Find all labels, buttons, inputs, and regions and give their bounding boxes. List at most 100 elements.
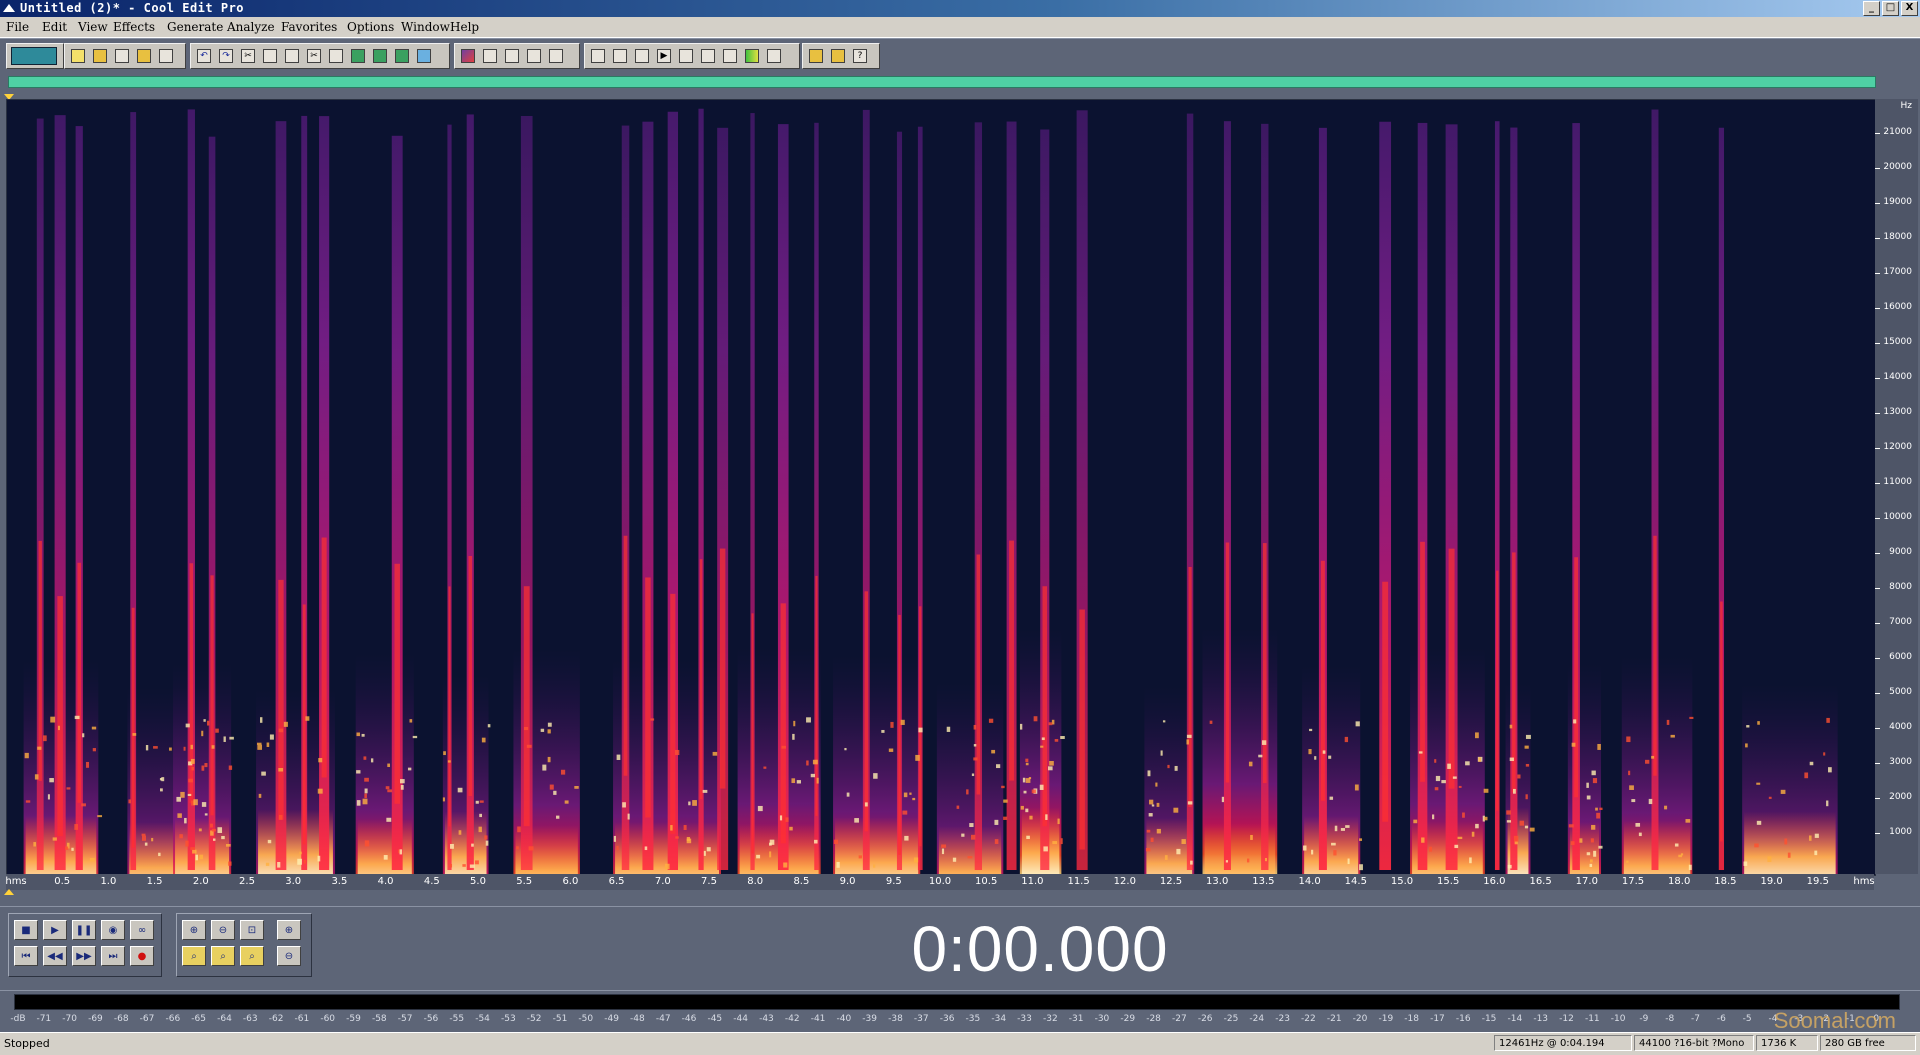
spectral-speckle [361,733,365,737]
level-tick-label: -59 [346,1014,361,1024]
spectral-speckle [1441,780,1446,784]
spectral-speckle [973,744,977,747]
spectral-speckle [1023,790,1027,794]
frequency-tick [1875,273,1880,274]
play-to-end-button[interactable]: ◉ [101,920,125,940]
go-to-start-button[interactable]: ⏮ [14,946,38,966]
spectral-speckle [1767,856,1772,863]
save-button[interactable] [111,45,133,67]
spectral-speckle [712,751,718,756]
menu-analyze[interactable]: Analyze [227,20,275,34]
go-to-end-button[interactable]: ⏭ [101,946,125,966]
spectral-speckle [873,864,876,868]
spectral-speckle [267,839,272,844]
mix-paste-button[interactable] [369,45,391,67]
spectral-streak-core [751,613,754,854]
snap-cue-button[interactable] [523,45,545,67]
zoom-to-left-button[interactable]: ⌕ [182,946,206,966]
redo-button[interactable]: ↷ [215,45,237,67]
spectral-speckle [449,843,454,849]
organizer-button[interactable] [587,45,609,67]
time-window-button[interactable] [719,45,741,67]
waveform-view-button[interactable] [457,45,479,67]
spectral-speckle [903,792,908,798]
zoom-in-horizontal-button[interactable]: ⊕ [182,920,206,940]
new-file-icon [71,49,85,63]
spectral-view[interactable] [6,99,1876,876]
copy-new-button[interactable] [259,45,281,67]
level-meter-button[interactable] [741,45,763,67]
repeat-button[interactable]: ✂ [237,45,259,67]
save-all-button[interactable] [133,45,155,67]
menu-edit[interactable]: Edit [42,20,67,34]
help-button[interactable]: ? [849,45,871,67]
status-bar-button[interactable] [763,45,785,67]
menu-window[interactable]: Window [401,20,450,34]
spectral-speckle [547,729,551,734]
spectral-speckle [299,851,302,855]
undo-button[interactable]: ↶ [193,45,215,67]
menu-generate[interactable]: Generate [167,20,223,34]
paste-button[interactable] [325,45,347,67]
minimize-button[interactable]: _ [1863,1,1880,16]
menu-options[interactable]: Options [347,20,394,34]
menu-favorites[interactable]: Favorites [281,20,337,34]
pause-button[interactable]: ❚❚ [72,920,96,940]
start-marker-bottom[interactable] [4,889,14,895]
spectral-speckle [915,754,920,761]
rewind-button[interactable]: ◀◀ [43,946,67,966]
zoom-out-full-button[interactable]: ⊡ [240,920,264,940]
menu-help[interactable]: Help [450,20,479,34]
zoom-out-horizontal-button[interactable]: ⊖ [211,920,235,940]
close-button[interactable]: X [1901,1,1918,16]
cue-list-button[interactable] [609,45,631,67]
spectral-speckle [900,719,905,725]
snap-zero-button[interactable] [545,45,567,67]
loop-icon: ∞ [137,924,147,936]
stop-button[interactable]: ■ [14,920,38,940]
zoom-selection-button[interactable]: ⌕ [240,946,264,966]
play-button[interactable]: ▶ [43,920,67,940]
loop-button[interactable]: ∞ [130,920,154,940]
overview-range-bar[interactable] [8,76,1876,88]
record-button[interactable]: ● [130,946,154,966]
maximize-button[interactable]: □ [1882,1,1899,16]
frequency-tick-label: 8000 [1889,582,1912,592]
level-tick-label: -65 [191,1014,207,1024]
mode-toggle-button[interactable] [11,47,57,65]
play-list-button[interactable] [631,45,653,67]
spectral-speckle [471,843,474,847]
mix-button[interactable] [413,45,435,67]
paste-new-button[interactable] [347,45,369,67]
menu-view[interactable]: View [78,20,108,34]
time-tick-label: 13.5 [1252,876,1275,887]
spectral-speckle [179,834,183,839]
scripts-button[interactable] [805,45,827,67]
spectral-speckle [169,747,172,751]
zoom-to-right-button[interactable]: ⌕ [211,946,235,966]
spectral-speckle [1176,848,1181,855]
spectral-speckle [462,864,466,867]
open-file-button[interactable] [89,45,111,67]
menu-effects[interactable]: Effects [113,20,155,34]
menu-file[interactable]: File [6,20,29,34]
new-file-button[interactable] [67,45,89,67]
frequency-analysis-button[interactable] [697,45,719,67]
close-file-button[interactable] [155,45,177,67]
settings-button[interactable] [827,45,849,67]
fast-forward-button[interactable]: ▶▶ [72,946,96,966]
time-ruler[interactable]: hms 0.5 1.0 1.5 2.0 2.5 3.0 3.5 4.0 4.5 5.0 5.5 6.0 6… [5,874,1875,890]
spectral-speckle [364,777,369,782]
zoom-in-vertical-button[interactable]: ⊕ [277,920,301,940]
trim-button[interactable] [391,45,413,67]
play-button-small[interactable]: ▶ [653,45,675,67]
envelope-button[interactable] [479,45,501,67]
spectral-speckle [364,793,367,799]
frequency-tick-label: 1000 [1889,827,1912,837]
info-button[interactable] [675,45,697,67]
zoom-out-vertical-button[interactable]: ⊖ [277,946,301,966]
copy-button[interactable] [281,45,303,67]
spectral-speckle [1250,834,1253,840]
snap-ruler-button[interactable] [501,45,523,67]
cut-button[interactable]: ✂ [303,45,325,67]
